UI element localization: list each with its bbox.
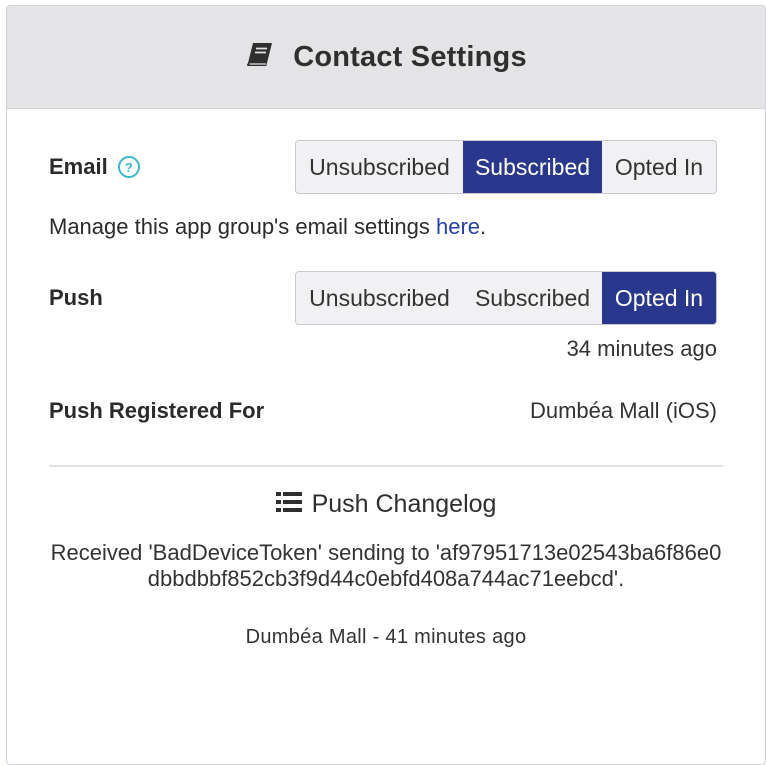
book-icon — [245, 41, 275, 69]
push-subscription-toggle[interactable]: Unsubscribed Subscribed Opted In — [295, 271, 717, 325]
push-updated-time: 34 minutes ago — [566, 336, 717, 361]
email-row: Email ? Unsubscribed Subscribed Opted In — [49, 140, 717, 194]
list-icon — [275, 490, 302, 519]
push-label-group: Push — [49, 285, 103, 311]
manage-email-description: Manage this app group's email settings — [49, 214, 436, 239]
email-option-unsubscribed[interactable]: Unsubscribed — [296, 141, 463, 193]
help-icon[interactable]: ? — [117, 156, 140, 178]
push-registered-value: Dumbéa Mall (iOS) — [529, 398, 717, 423]
divider — [49, 465, 723, 467]
changelog-title: Push Changelog — [311, 490, 497, 518]
panel-title: Contact Settings — [293, 40, 527, 73]
push-label: Push — [49, 285, 103, 310]
push-option-unsubscribed[interactable]: Unsubscribed — [296, 272, 463, 324]
email-label: Email — [49, 154, 108, 179]
changelog-message: Received 'BadDeviceToken' sending to 'af… — [50, 540, 722, 591]
push-option-subscribed[interactable]: Subscribed — [463, 272, 602, 324]
changelog-meta: Dumbéa Mall - 41 minutes ago — [245, 626, 527, 648]
push-registered-row: Push Registered For Dumbéa Mall (iOS) — [49, 398, 717, 424]
changelog-header: Push Changelog — [7, 490, 765, 519]
email-label-group: Email ? — [49, 154, 140, 180]
panel-header: Contact Settings — [7, 6, 765, 109]
contact-settings-panel: Contact Settings Email ? Unsubscribed Su… — [6, 5, 766, 765]
push-row: Push Unsubscribed Subscribed Opted In — [49, 271, 717, 325]
manage-email-text: Manage this app group's email settings h… — [49, 214, 486, 240]
manage-email-link[interactable]: here — [436, 214, 480, 239]
push-option-opted-in[interactable]: Opted In — [602, 272, 716, 324]
email-subscription-toggle[interactable]: Unsubscribed Subscribed Opted In — [295, 140, 717, 194]
email-option-opted-in[interactable]: Opted In — [602, 141, 716, 193]
email-option-subscribed[interactable]: Subscribed — [463, 141, 602, 193]
manage-email-suffix: . — [480, 214, 487, 239]
push-registered-label: Push Registered For — [49, 398, 265, 423]
